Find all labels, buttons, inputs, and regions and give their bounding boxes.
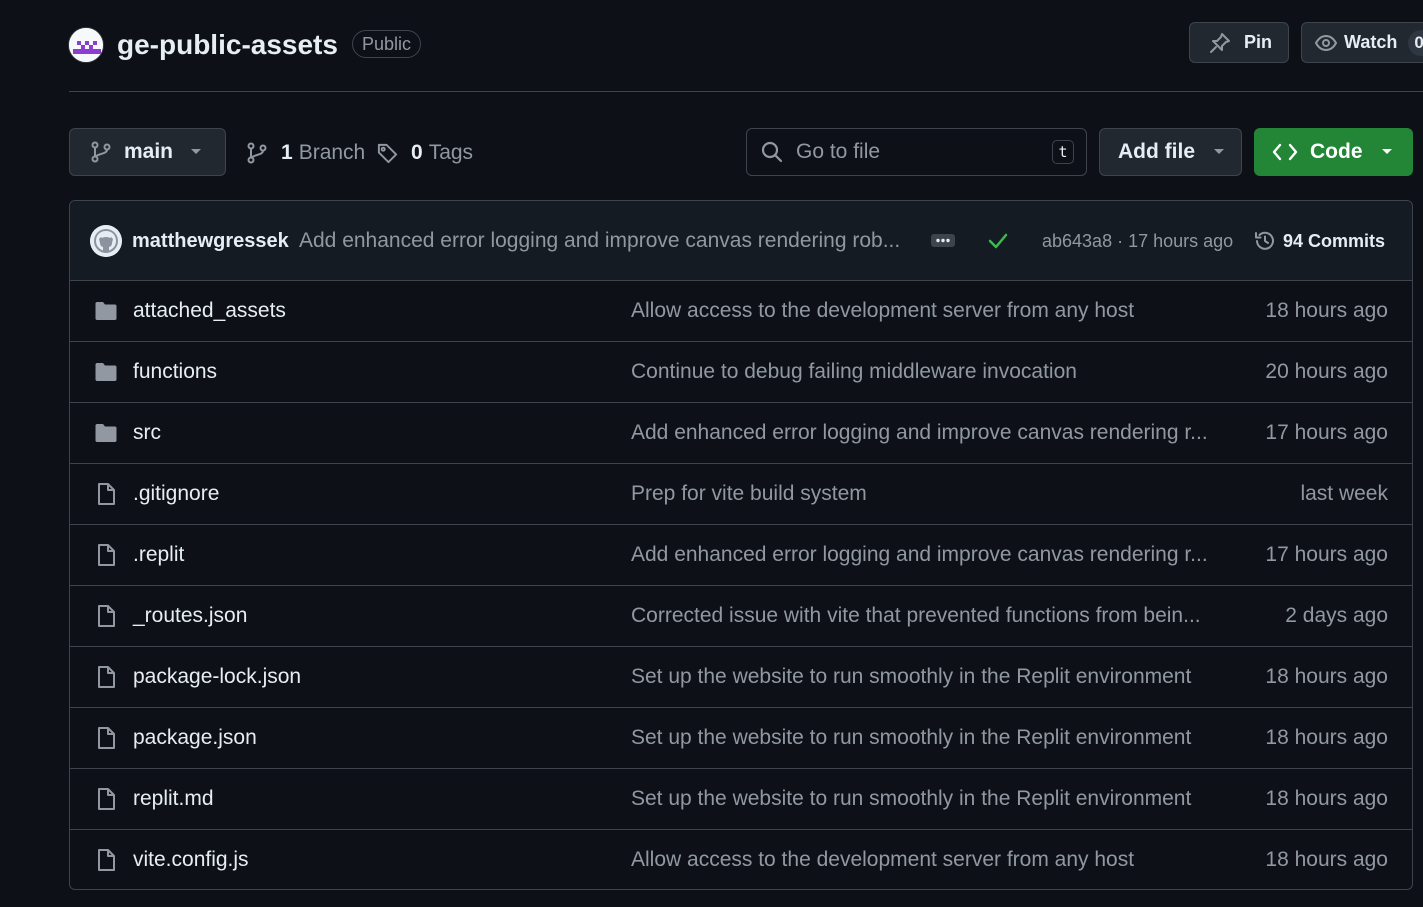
file-row[interactable]: replit.md Set up the website to run smoot… <box>70 769 1412 830</box>
commit-message-link[interactable]: Add enhanced error logging and improve c… <box>299 201 907 281</box>
file-commit-age[interactable]: 18 hours ago <box>1265 647 1388 707</box>
add-file-label: Add file <box>1118 140 1195 163</box>
folder-icon <box>94 421 118 445</box>
branch-selector-button[interactable]: main <box>69 128 226 176</box>
file-commit-message-link[interactable]: Prep for vite build system <box>631 464 1216 524</box>
keyboard-shortcut-hint: t <box>1052 140 1074 164</box>
file-name-link[interactable]: package-lock.json <box>133 647 301 707</box>
file-icon <box>94 726 118 750</box>
file-row[interactable]: .replit Add enhanced error logging and im… <box>70 525 1412 586</box>
chevron-down-icon <box>1213 148 1225 156</box>
file-commit-age[interactable]: 18 hours ago <box>1265 830 1388 889</box>
tags-link[interactable]: 0 Tags <box>376 138 473 168</box>
branch-word: Branch <box>298 141 366 164</box>
file-icon <box>94 482 118 506</box>
file-name-link[interactable]: attached_assets <box>133 281 286 341</box>
search-icon <box>760 140 784 164</box>
file-row[interactable]: src Add enhanced error logging and improv… <box>70 403 1412 464</box>
pin-label: Pin <box>1244 32 1273 52</box>
repo-owner-avatar[interactable] <box>68 27 104 63</box>
check-icon[interactable] <box>987 231 1009 251</box>
file-commit-age[interactable]: 18 hours ago <box>1265 769 1388 829</box>
pin-button[interactable]: Pin <box>1189 22 1289 63</box>
file-icon <box>94 665 118 689</box>
commit-author-link[interactable]: matthewgressek <box>132 201 289 281</box>
file-name-link[interactable]: src <box>133 403 161 463</box>
commits-count-label: 94 Commits <box>1283 230 1386 251</box>
history-icon <box>1253 229 1277 253</box>
search-placeholder: Go to file <box>796 140 881 163</box>
eye-icon <box>1314 31 1338 55</box>
file-name-link[interactable]: .gitignore <box>133 464 219 524</box>
repo-name-link[interactable]: ge-public-assets <box>117 26 338 64</box>
file-row[interactable]: attached_assets Allow access to the devel… <box>70 281 1412 342</box>
git-branch-icon <box>246 142 268 164</box>
watch-count-badge: 0 <box>1408 29 1423 56</box>
folder-icon <box>94 299 118 323</box>
add-file-button[interactable]: Add file <box>1099 128 1242 176</box>
tag-word: Tags <box>428 141 474 164</box>
file-row[interactable]: _routes.json Corrected issue with vite th… <box>70 586 1412 647</box>
expand-commit-message-button[interactable] <box>931 234 955 247</box>
git-branch-icon <box>90 141 112 163</box>
file-commit-age[interactable]: 17 hours ago <box>1265 525 1388 585</box>
file-commit-message-link[interactable]: Set up the website to run smoothly in th… <box>631 769 1216 829</box>
commit-author-avatar[interactable] <box>90 225 122 257</box>
file-icon <box>94 604 118 628</box>
code-button[interactable]: Code <box>1254 128 1413 176</box>
file-commit-message-link[interactable]: Add enhanced error logging and improve c… <box>631 525 1216 585</box>
tag-count: 0 <box>411 141 423 164</box>
pin-icon <box>1208 31 1232 55</box>
file-commit-age[interactable]: last week <box>1300 464 1388 524</box>
file-row[interactable]: package-lock.json Set up the website to r… <box>70 647 1412 708</box>
chevron-down-icon <box>1381 148 1393 156</box>
file-name-link[interactable]: _routes.json <box>133 586 247 646</box>
file-commit-age[interactable]: 18 hours ago <box>1265 281 1388 341</box>
file-row[interactable]: package.json Set up the website to run sm… <box>70 708 1412 769</box>
file-commit-message-link[interactable]: Set up the website to run smoothly in th… <box>631 708 1216 768</box>
branch-count: 1 <box>281 141 293 164</box>
commit-sha-time[interactable]: ab643a8 · 17 hours ago <box>1042 201 1233 281</box>
file-name-link[interactable]: replit.md <box>133 769 214 829</box>
file-commit-age[interactable]: 18 hours ago <box>1265 708 1388 768</box>
file-commit-message-link[interactable]: Allow access to the development server f… <box>631 830 1216 889</box>
folder-icon <box>94 360 118 384</box>
header-divider <box>69 91 1423 92</box>
tag-icon <box>376 142 399 165</box>
file-commit-message-link[interactable]: Set up the website to run smoothly in th… <box>631 647 1216 707</box>
file-row[interactable]: .gitignore Prep for vite build system last… <box>70 464 1412 525</box>
file-name-link[interactable]: .replit <box>133 525 184 585</box>
file-icon <box>94 543 118 567</box>
file-commit-age[interactable]: 2 days ago <box>1285 586 1388 646</box>
code-label: Code <box>1310 140 1363 163</box>
file-name-link[interactable]: functions <box>133 342 217 402</box>
code-icon <box>1272 142 1298 162</box>
file-commit-message-link[interactable]: Corrected issue with vite that prevented… <box>631 586 1216 646</box>
commits-history-link[interactable]: 94 Commits <box>1253 201 1385 281</box>
file-name-link[interactable]: vite.config.js <box>133 830 249 889</box>
file-table: matthewgressek Add enhanced error loggin… <box>69 200 1413 890</box>
chevron-down-icon <box>190 148 202 156</box>
file-commit-message-link[interactable]: Allow access to the development server f… <box>631 281 1216 341</box>
branch-name: main <box>124 140 174 163</box>
watch-button[interactable]: Watch 0 <box>1301 22 1423 63</box>
file-commit-message-link[interactable]: Add enhanced error logging and improve c… <box>631 403 1216 463</box>
file-icon <box>94 848 118 872</box>
file-commit-message-link[interactable]: Continue to debug failing middleware inv… <box>631 342 1216 402</box>
visibility-badge: Public <box>352 30 422 58</box>
file-row[interactable]: vite.config.js Allow access to the develo… <box>70 830 1412 889</box>
file-commit-age[interactable]: 20 hours ago <box>1265 342 1388 402</box>
file-name-link[interactable]: package.json <box>133 708 257 768</box>
file-icon <box>94 787 118 811</box>
watch-label: Watch <box>1344 32 1398 52</box>
branches-link[interactable]: 1 Branch <box>246 138 365 168</box>
go-to-file-input[interactable]: Go to file t <box>746 128 1087 176</box>
file-commit-age[interactable]: 17 hours ago <box>1265 403 1388 463</box>
file-row[interactable]: functions Continue to debug failing middl… <box>70 342 1412 403</box>
latest-commit-bar: matthewgressek Add enhanced error loggin… <box>70 201 1412 281</box>
